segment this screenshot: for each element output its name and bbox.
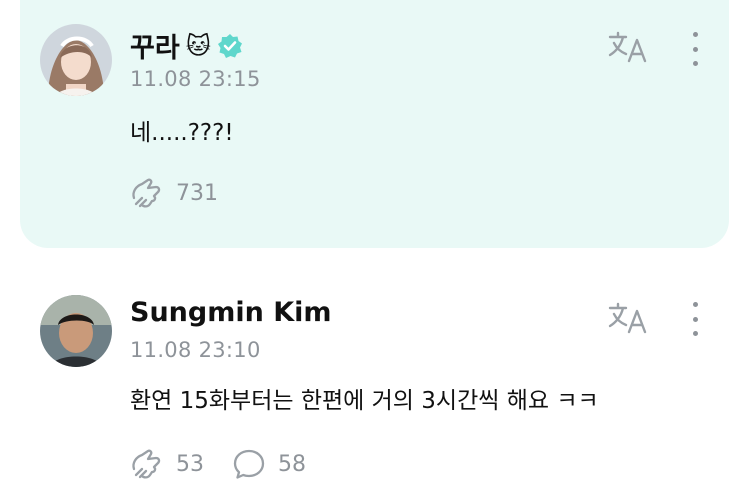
translate-button[interactable] — [607, 301, 649, 335]
translate-icon — [608, 31, 647, 63]
author-name-text: 꾸라 — [130, 33, 180, 64]
more-options-button[interactable] — [683, 302, 707, 336]
cat-emoji: 🐱 — [185, 31, 211, 60]
comment-text: 네.....???! — [130, 120, 234, 146]
avatar-photo-woman — [40, 24, 112, 96]
translate-button[interactable] — [607, 30, 649, 64]
author-name-text: Sungmin Kim — [130, 297, 332, 328]
reaction-count: 53 — [176, 451, 204, 477]
comment-item: Sungmin Kim 11.08 23:10 환연 15화부터는 한편에 거의… — [0, 250, 749, 488]
verified-badge-icon — [217, 33, 242, 58]
author-avatar[interactable] — [40, 24, 112, 96]
reaction-icon — [132, 449, 161, 479]
reaction-button[interactable]: 53 — [130, 447, 204, 481]
author-name[interactable]: Sungmin Kim — [130, 297, 332, 328]
comment-bubble-icon — [233, 449, 265, 479]
more-vertical-icon — [692, 302, 698, 307]
translate-icon — [608, 302, 647, 334]
reaction-count: 731 — [176, 180, 218, 206]
comment-timestamp: 11.08 23:15 — [130, 67, 261, 91]
comment-count: 58 — [278, 451, 306, 477]
comment-timestamp: 11.08 23:10 — [130, 338, 261, 362]
author-name[interactable]: 꾸라 🐱 — [130, 26, 243, 65]
more-vertical-icon — [692, 32, 698, 37]
avatar-photo-man — [40, 295, 112, 367]
reaction-button[interactable]: 731 — [130, 176, 218, 210]
more-options-button[interactable] — [683, 32, 707, 66]
comment-item: 꾸라 🐱 11.08 23:15 네.....???! 731 — [0, 0, 749, 250]
reaction-icon — [132, 178, 161, 208]
comment-button[interactable]: 58 — [232, 447, 306, 481]
author-avatar[interactable] — [40, 295, 112, 367]
comment-text: 환연 15화부터는 한편에 거의 3시간씩 해요 ㅋㅋ — [130, 388, 599, 414]
